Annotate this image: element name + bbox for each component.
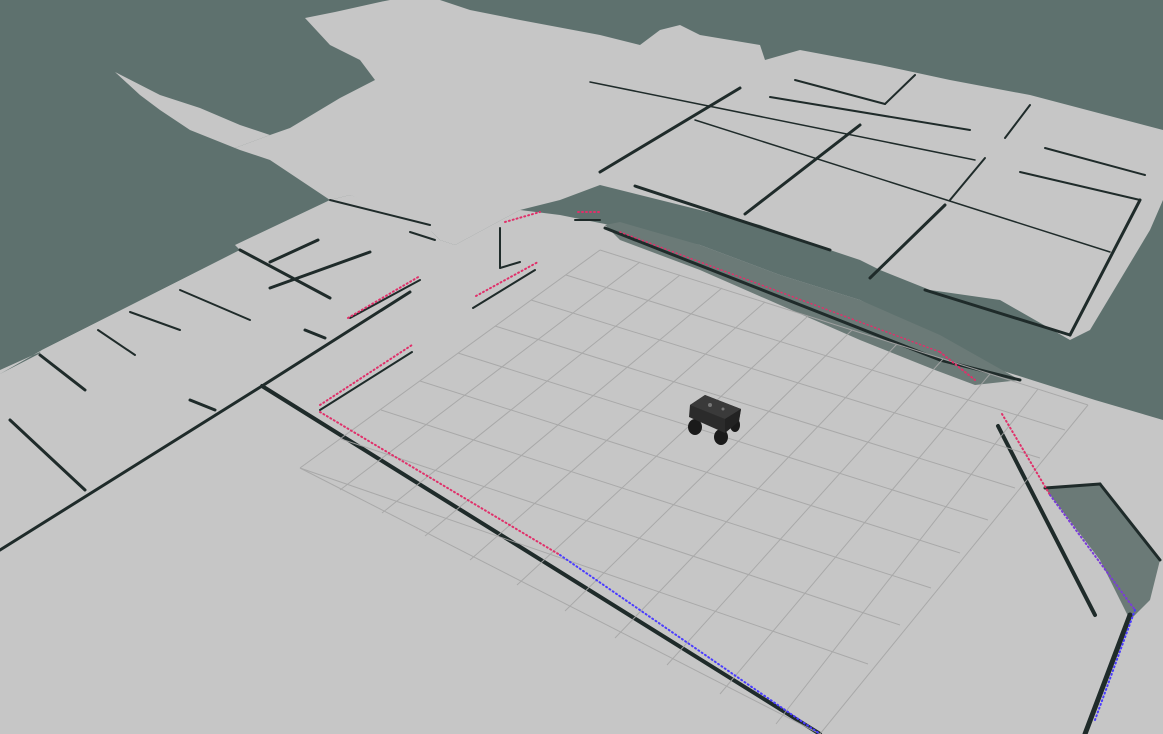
3d-viewport[interactable] — [0, 0, 1163, 734]
scene-canvas[interactable] — [0, 0, 1163, 734]
robot-marker-icon — [721, 407, 725, 411]
robot-sensor-icon — [708, 403, 712, 407]
occupancy-map — [0, 0, 1163, 734]
